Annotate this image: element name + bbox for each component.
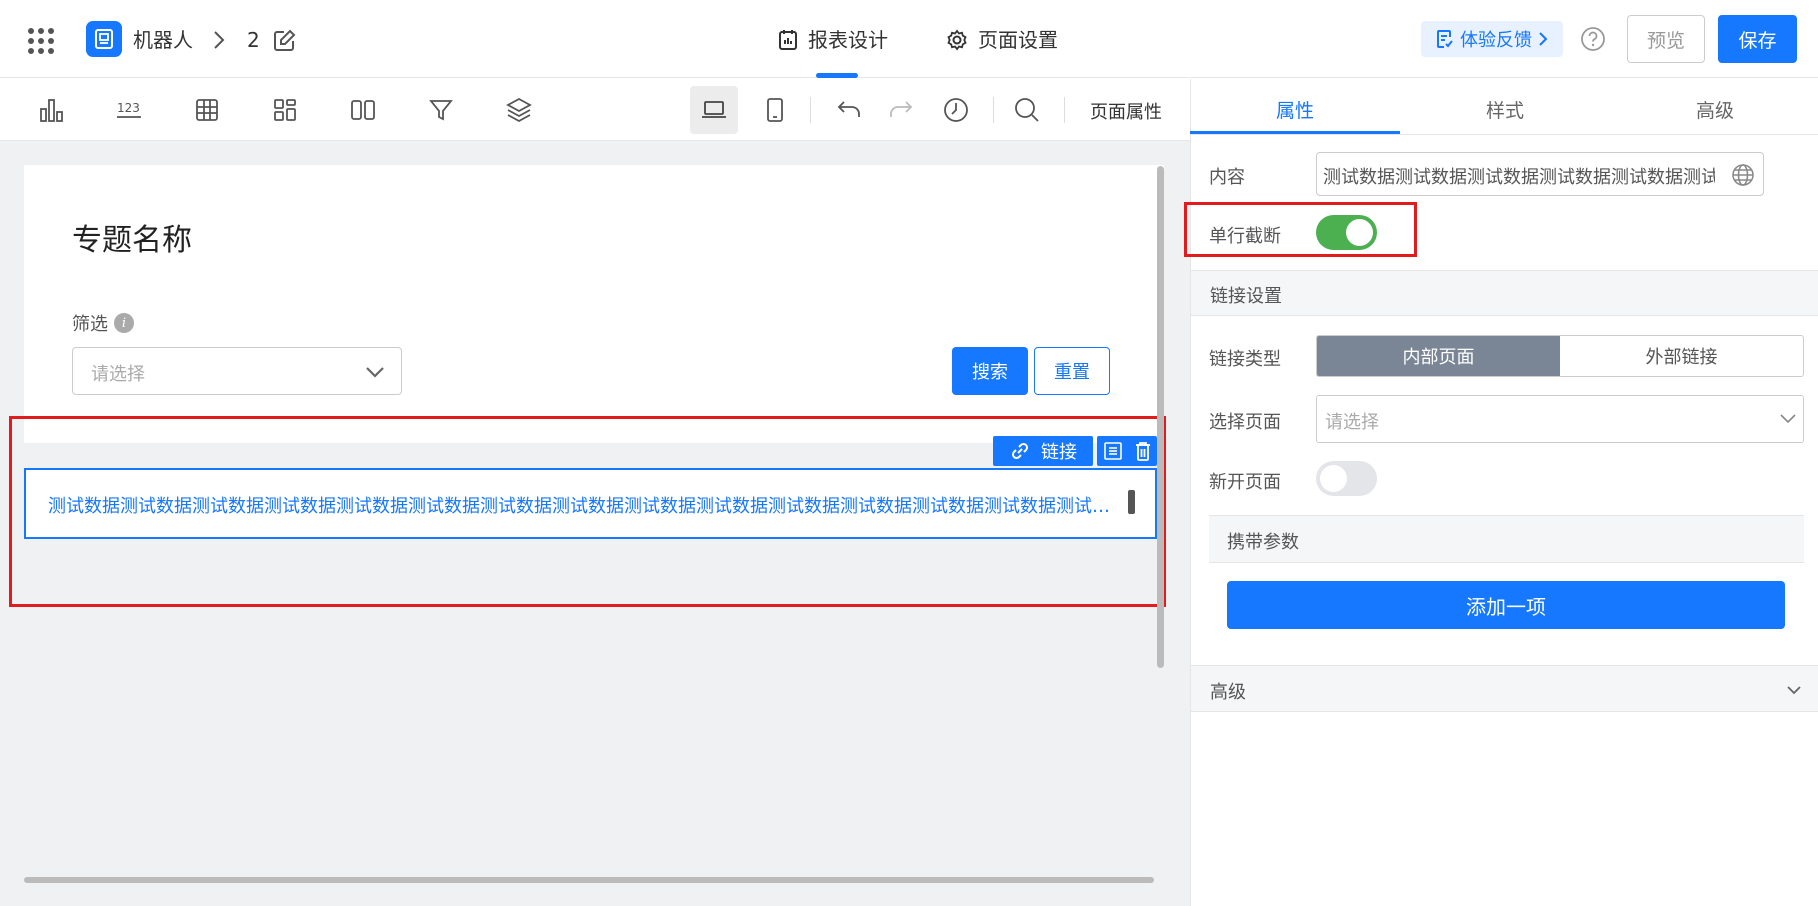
params-section: 携带参数 — [1209, 515, 1804, 563]
preview-button[interactable]: 预览 — [1627, 15, 1705, 63]
filter-select-placeholder: 请选择 — [91, 364, 145, 385]
globe-icon[interactable] — [1731, 163, 1755, 187]
chevron-right-icon — [1538, 31, 1548, 47]
breadcrumb-chevron-icon — [212, 29, 226, 51]
chevron-down-icon — [1779, 412, 1797, 426]
content-label: 内容 — [1209, 167, 1245, 188]
chevron-down-icon — [1786, 684, 1802, 696]
mobile-icon[interactable] — [760, 95, 790, 125]
info-icon[interactable]: i — [114, 313, 134, 333]
active-tab-indicator — [816, 73, 858, 78]
link-type-external[interactable]: 外部链接 — [1560, 336, 1803, 376]
highlight-box-toggle — [1184, 202, 1417, 257]
columns-icon[interactable] — [348, 95, 378, 125]
tab-report-design[interactable]: 报表设计 — [778, 26, 888, 54]
undo-icon[interactable] — [834, 95, 864, 125]
history-icon[interactable] — [941, 95, 971, 125]
advanced-section-label: 高级 — [1210, 682, 1246, 703]
new-page-toggle[interactable] — [1316, 461, 1377, 496]
content-input[interactable]: 测试数据测试数据测试数据测试数据测试数据测试数据测试数据测试数据测试数据测试数据… — [1316, 152, 1764, 196]
feedback-button[interactable]: 体验反馈 — [1421, 21, 1563, 57]
svg-text:123: 123 — [117, 101, 140, 115]
filter-label-text: 筛选 — [72, 314, 108, 335]
filter-label: 筛选 i — [72, 310, 134, 336]
feedback-label: 体验反馈 — [1460, 30, 1532, 51]
page-number: 2 — [247, 28, 260, 52]
toolbar-divider — [993, 97, 994, 123]
tab-advanced[interactable]: 高级 — [1615, 96, 1815, 123]
feedback-icon — [1436, 29, 1454, 49]
tab-report-design-label: 报表设计 — [808, 28, 888, 52]
app-logo-icon — [86, 21, 122, 57]
link-type-segmented: 内部页面 外部链接 — [1316, 335, 1804, 377]
save-button[interactable]: 保存 — [1718, 15, 1797, 63]
layers-icon[interactable] — [504, 95, 534, 125]
edit-icon[interactable] — [272, 29, 296, 53]
tab-style[interactable]: 样式 — [1405, 96, 1605, 123]
panel-tabs-divider — [1190, 134, 1818, 135]
select-page-dropdown[interactable]: 请选择 — [1316, 395, 1804, 443]
tab-properties[interactable]: 属性 — [1195, 96, 1395, 123]
params-label: 携带参数 — [1227, 532, 1299, 553]
advanced-section[interactable]: 高级 — [1191, 665, 1818, 712]
chevron-down-icon — [365, 365, 385, 379]
design-toolbar: 123 页面属性 — [0, 79, 1190, 141]
toolbar-divider — [1064, 97, 1065, 123]
toolbar-divider — [810, 97, 811, 123]
content-input-value: 测试数据测试数据测试数据测试数据测试数据测试数据测试数据测试数据测试数据测试数据… — [1323, 167, 1715, 188]
toggle-knob — [1320, 465, 1347, 492]
app-grid-icon[interactable] — [26, 26, 56, 56]
canvas-horizontal-scrollbar[interactable] — [24, 877, 1154, 883]
report-design-icon — [778, 29, 798, 51]
table-icon[interactable] — [192, 95, 222, 125]
new-page-label: 新开页面 — [1209, 472, 1281, 493]
reset-button[interactable]: 重置 — [1034, 347, 1110, 395]
filter-icon[interactable] — [426, 95, 456, 125]
search-button[interactable]: 搜索 — [952, 347, 1028, 395]
laptop-icon[interactable] — [699, 95, 729, 125]
add-item-button[interactable]: 添加一项 — [1227, 581, 1785, 629]
layout-icon[interactable] — [270, 95, 300, 125]
filter-select[interactable]: 请选择 — [72, 347, 402, 395]
tab-page-settings[interactable]: 页面设置 — [946, 26, 1058, 54]
help-icon[interactable] — [1580, 26, 1606, 52]
link-type-internal[interactable]: 内部页面 — [1317, 336, 1560, 376]
highlight-box-text-component — [9, 416, 1166, 607]
app-name[interactable]: 机器人 — [133, 26, 193, 54]
active-panel-tab-indicator — [1190, 131, 1400, 134]
search-icon[interactable] — [1012, 95, 1042, 125]
page-properties-button[interactable]: 页面属性 — [1090, 98, 1162, 124]
topic-title[interactable]: 专题名称 — [72, 215, 192, 259]
number-card-icon[interactable]: 123 — [114, 95, 144, 125]
link-type-label: 链接类型 — [1209, 349, 1281, 370]
select-page-label: 选择页面 — [1209, 412, 1281, 433]
select-page-placeholder: 请选择 — [1325, 412, 1379, 433]
link-settings-section[interactable]: 链接设置 — [1191, 270, 1818, 316]
redo-icon[interactable] — [886, 95, 916, 125]
canvas-vertical-scrollbar[interactable] — [1157, 166, 1164, 668]
gear-icon — [946, 29, 968, 51]
link-settings-label: 链接设置 — [1210, 286, 1282, 307]
bar-chart-icon[interactable] — [36, 95, 66, 125]
tab-page-settings-label: 页面设置 — [978, 28, 1058, 52]
